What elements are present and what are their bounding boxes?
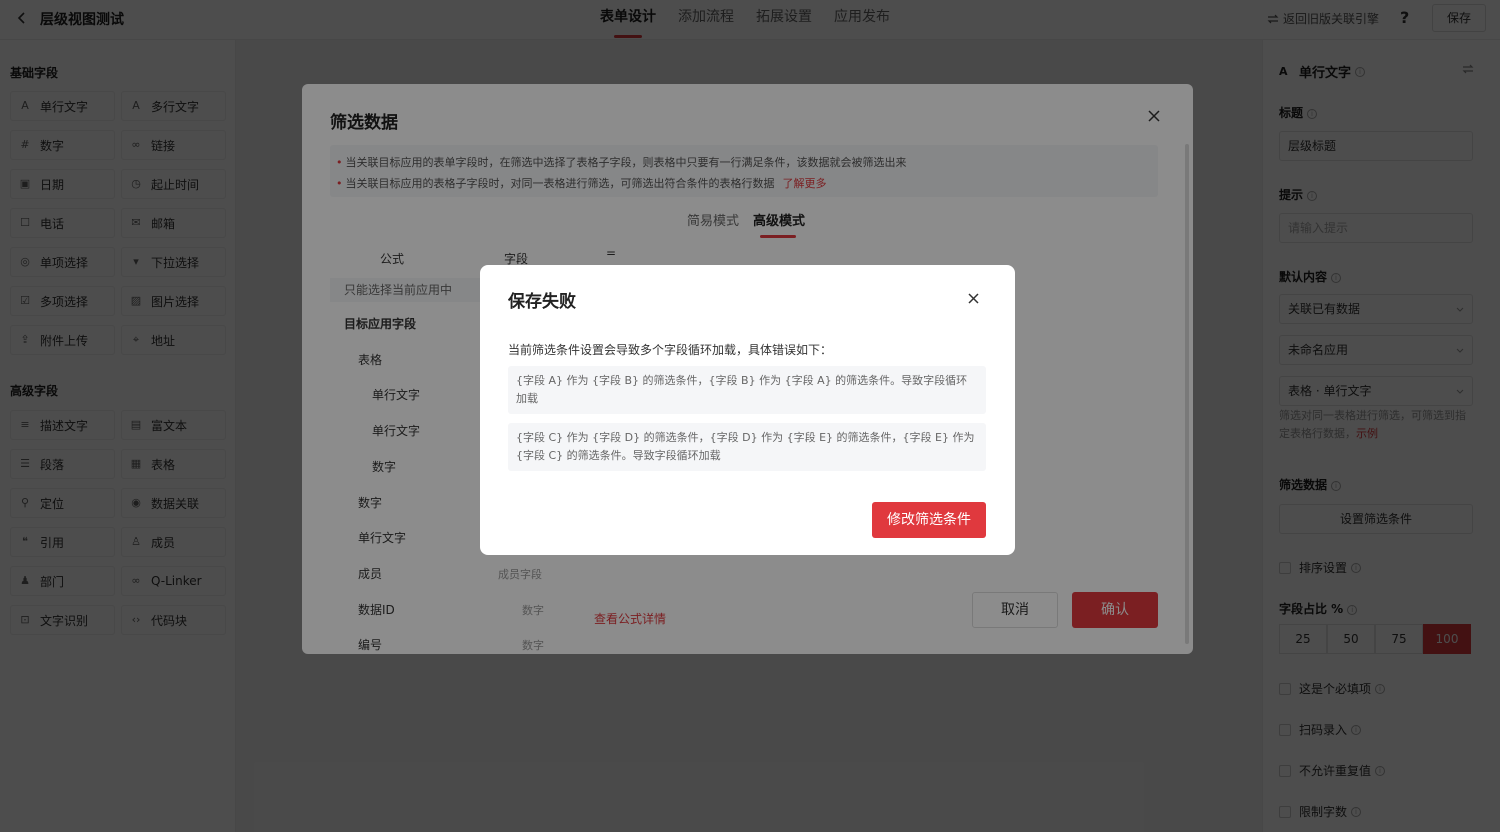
error-item: {字段 C} 作为 {字段 D} 的筛选条件，{字段 D} 作为 {字段 E} …	[508, 423, 986, 471]
error-item: {字段 A} 作为 {字段 B} 的筛选条件，{字段 B} 作为 {字段 A} …	[508, 366, 986, 414]
error-dialog-title: 保存失败	[508, 292, 576, 312]
save-failed-dialog: 保存失败 当前筛选条件设置会导致多个字段循环加载，具体错误如下： {字段 A} …	[480, 265, 1015, 555]
error-description: 当前筛选条件设置会导致多个字段循环加载，具体错误如下：	[508, 343, 833, 357]
close-icon[interactable]	[967, 292, 980, 305]
edit-filter-button[interactable]: 修改筛选条件	[872, 502, 986, 538]
